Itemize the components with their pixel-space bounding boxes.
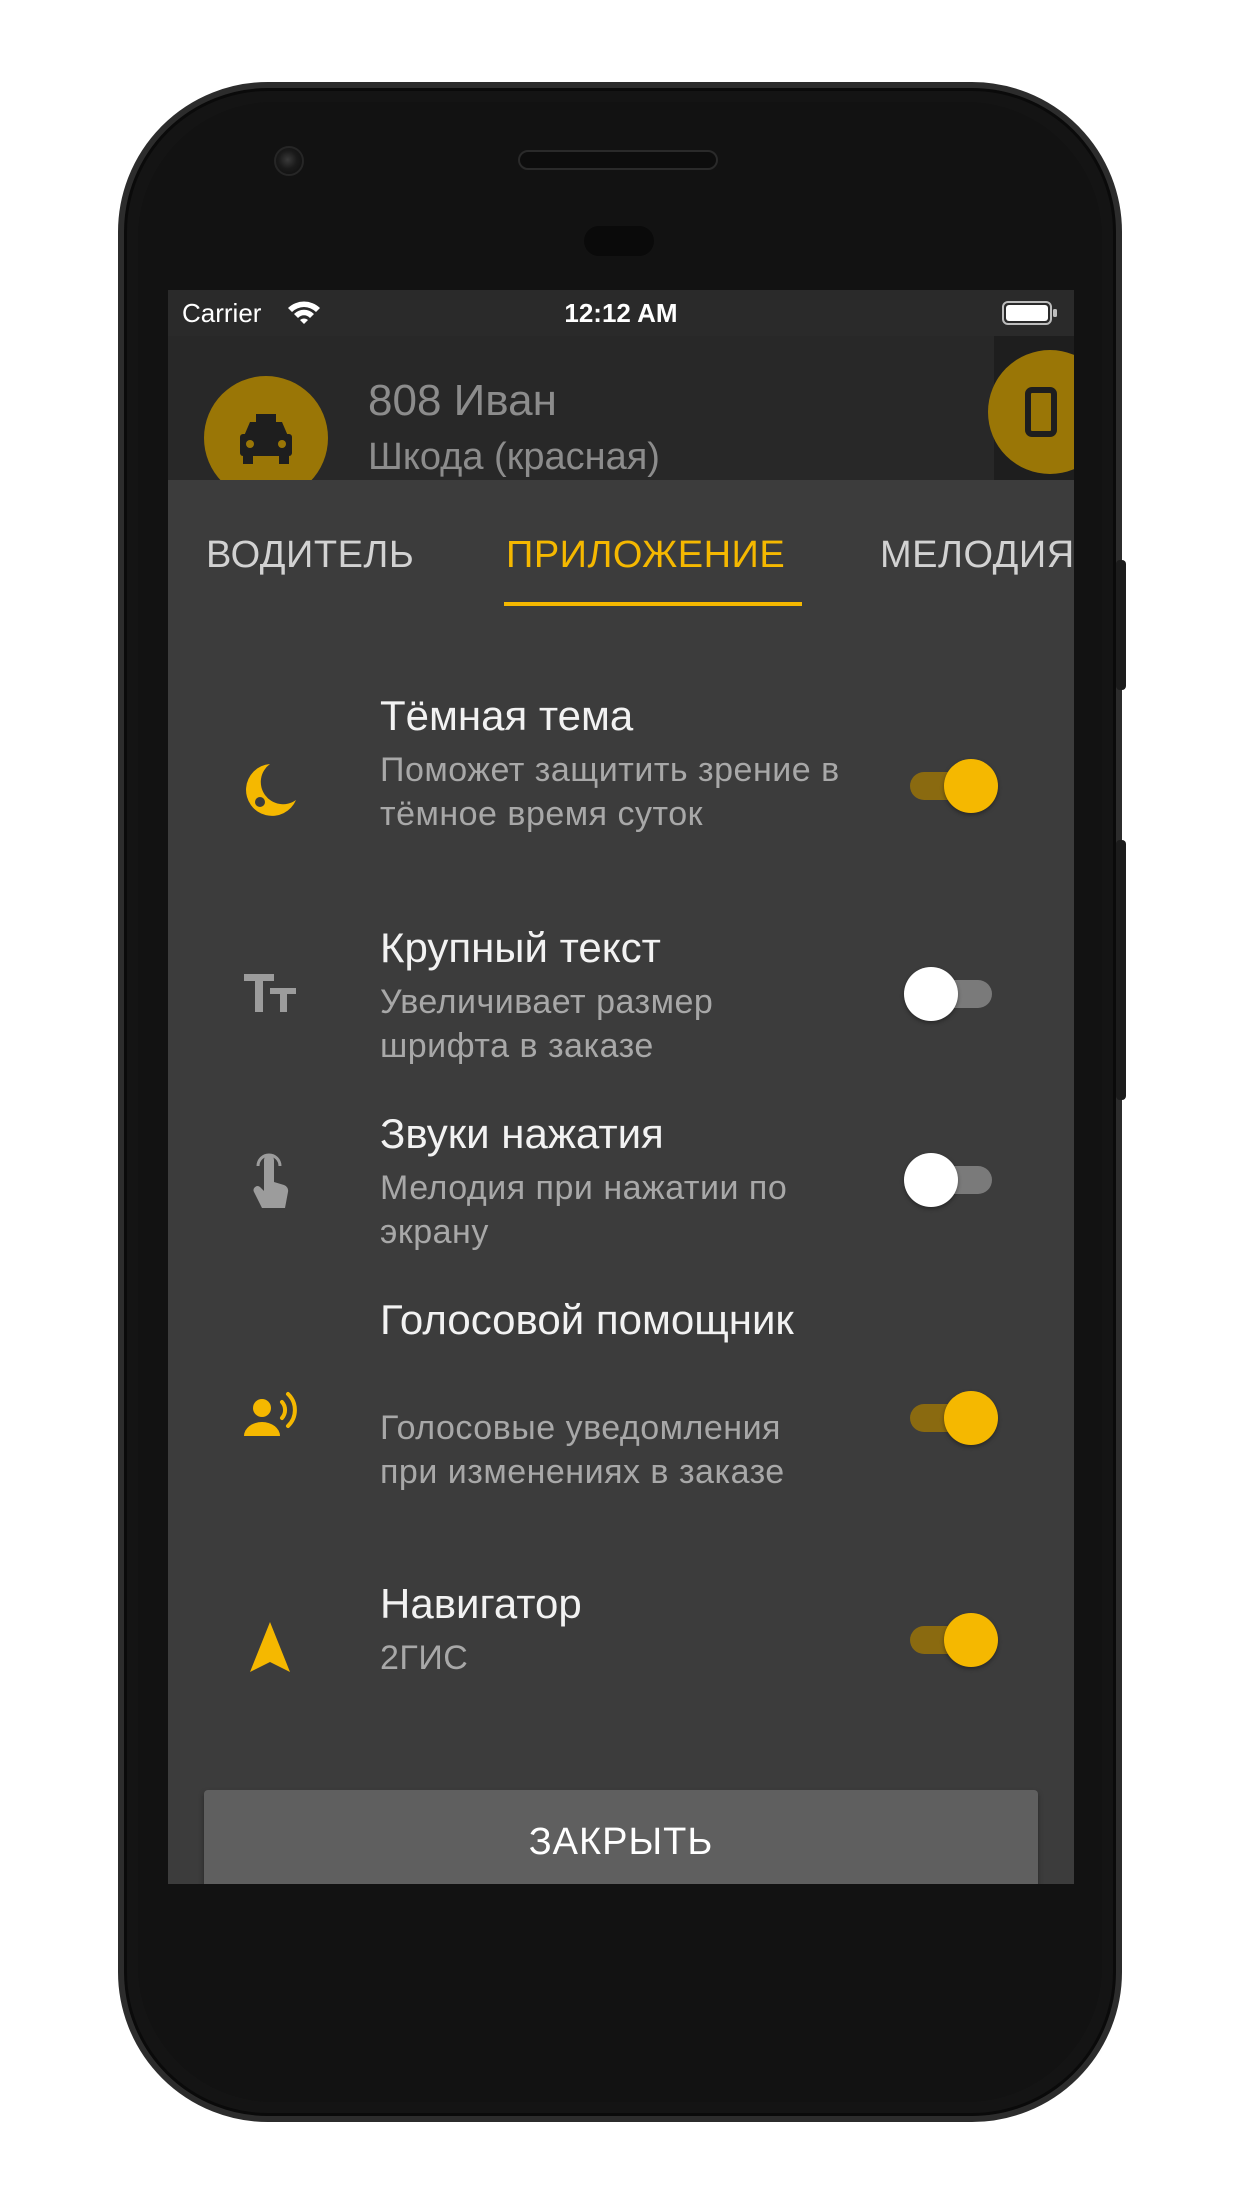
voice-assistant-icon	[244, 1392, 297, 1436]
tap-sounds-toggle[interactable]	[904, 1148, 998, 1208]
text-size-icon	[244, 974, 296, 1012]
volume-button	[1116, 560, 1126, 690]
call-button[interactable]	[988, 350, 1074, 474]
phone-icon	[1025, 387, 1057, 437]
tab-application[interactable]: ПРИЛОЖЕНИЕ	[506, 534, 785, 577]
active-tab-indicator	[504, 602, 802, 606]
power-button	[1116, 840, 1126, 1100]
driver-name: 808 Иван	[368, 376, 557, 425]
tab-melody[interactable]: МЕЛОДИЯ	[880, 534, 1074, 577]
close-button[interactable]: ЗАКРЫТЬ	[204, 1790, 1038, 1884]
navigator-toggle[interactable]	[904, 1608, 998, 1668]
settings-tabs: ВОДИТЕЛЬ ПРИЛОЖЕНИЕ МЕЛОДИЯ	[168, 480, 1074, 610]
navigation-arrow-icon	[250, 1622, 290, 1672]
setting-title: Звуки нажатия	[380, 1110, 664, 1157]
driver-header: 808 Иван Шкода (красная)	[168, 336, 1074, 500]
setting-title: Голосовой помощник	[380, 1296, 794, 1343]
setting-description: Увеличивает размер шрифта в заказе	[380, 983, 714, 1065]
tap-icon	[253, 1153, 289, 1208]
setting-title: Тёмная тема	[380, 692, 634, 739]
moon-icon	[246, 764, 296, 816]
setting-description: Поможет защитить зрение в тёмное время с…	[380, 751, 840, 833]
app-screen: Carrier 12:12 AM 808 Иван Шкода (красная…	[168, 290, 1074, 1884]
setting-description: Мелодия при нажатии по экрану	[380, 1169, 788, 1251]
car-description: Шкода (красная)	[368, 436, 660, 478]
setting-description: 2ГИС	[380, 1639, 469, 1677]
front-camera	[274, 146, 304, 176]
setting-title: Крупный текст	[380, 924, 661, 971]
dark-theme-toggle[interactable]	[904, 754, 998, 814]
proximity-sensor	[584, 226, 654, 256]
status-bar: Carrier 12:12 AM	[168, 290, 1074, 336]
setting-title: Навигатор	[380, 1580, 582, 1627]
battery-icon	[1002, 301, 1057, 325]
earpiece-speaker	[518, 150, 718, 170]
voice-assistant-toggle[interactable]	[904, 1386, 998, 1446]
large-text-toggle[interactable]	[904, 962, 998, 1022]
tab-driver[interactable]: ВОДИТЕЛЬ	[206, 534, 414, 577]
settings-sheet: ВОДИТЕЛЬ ПРИЛОЖЕНИЕ МЕЛОДИЯ Тёмная тема …	[168, 480, 1074, 1884]
setting-description: Голосовые уведомления при изменениях в з…	[380, 1409, 785, 1491]
status-time: 12:12 AM	[564, 298, 678, 328]
